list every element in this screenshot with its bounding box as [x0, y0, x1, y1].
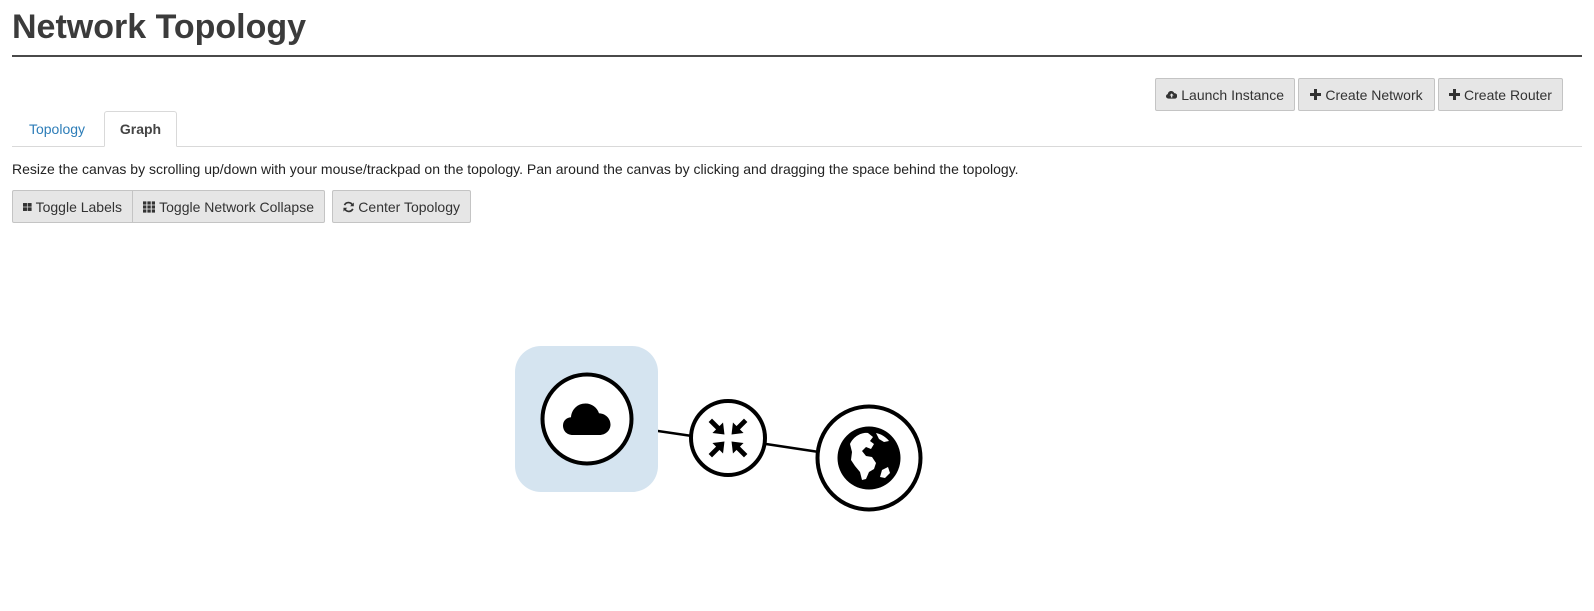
globe-icon: [837, 426, 901, 490]
external-network-node[interactable]: [815, 404, 923, 512]
th-icon: [143, 200, 156, 213]
create-router-button[interactable]: Create Router: [1438, 78, 1563, 111]
create-network-label: Create Network: [1325, 86, 1423, 103]
th-large-icon: [23, 202, 32, 211]
page-title: Network Topology: [12, 8, 307, 46]
plus-icon: [1310, 89, 1322, 100]
plus-icon: [1449, 89, 1461, 100]
router-circle: [689, 399, 767, 477]
tab-graph[interactable]: Graph: [104, 111, 177, 147]
cloud-upload-icon: [1166, 90, 1178, 99]
tab-topology[interactable]: Topology: [12, 111, 102, 146]
launch-instance-label: Launch Instance: [1181, 86, 1284, 103]
center-topology-button[interactable]: Center Topology: [332, 190, 471, 223]
help-text: Resize the canvas by scrolling up/down w…: [12, 161, 1019, 177]
link-router-external: [765, 442, 820, 454]
refresh-icon: [343, 201, 354, 212]
toggle-network-collapse-label: Toggle Network Collapse: [159, 198, 314, 215]
title-divider: [12, 55, 1582, 57]
create-router-label: Create Router: [1464, 86, 1552, 103]
network-node[interactable]: [515, 346, 658, 492]
toggle-labels-label: Toggle Labels: [35, 198, 122, 215]
center-topology-label: Center Topology: [358, 198, 460, 215]
toggle-network-collapse-button[interactable]: Toggle Network Collapse: [133, 190, 325, 223]
launch-instance-button[interactable]: Launch Instance: [1155, 78, 1295, 111]
tabs-divider: [12, 146, 1582, 147]
toggle-labels-button[interactable]: Toggle Labels: [12, 190, 133, 223]
router-node[interactable]: [689, 399, 767, 477]
create-network-button[interactable]: Create Network: [1298, 78, 1435, 111]
